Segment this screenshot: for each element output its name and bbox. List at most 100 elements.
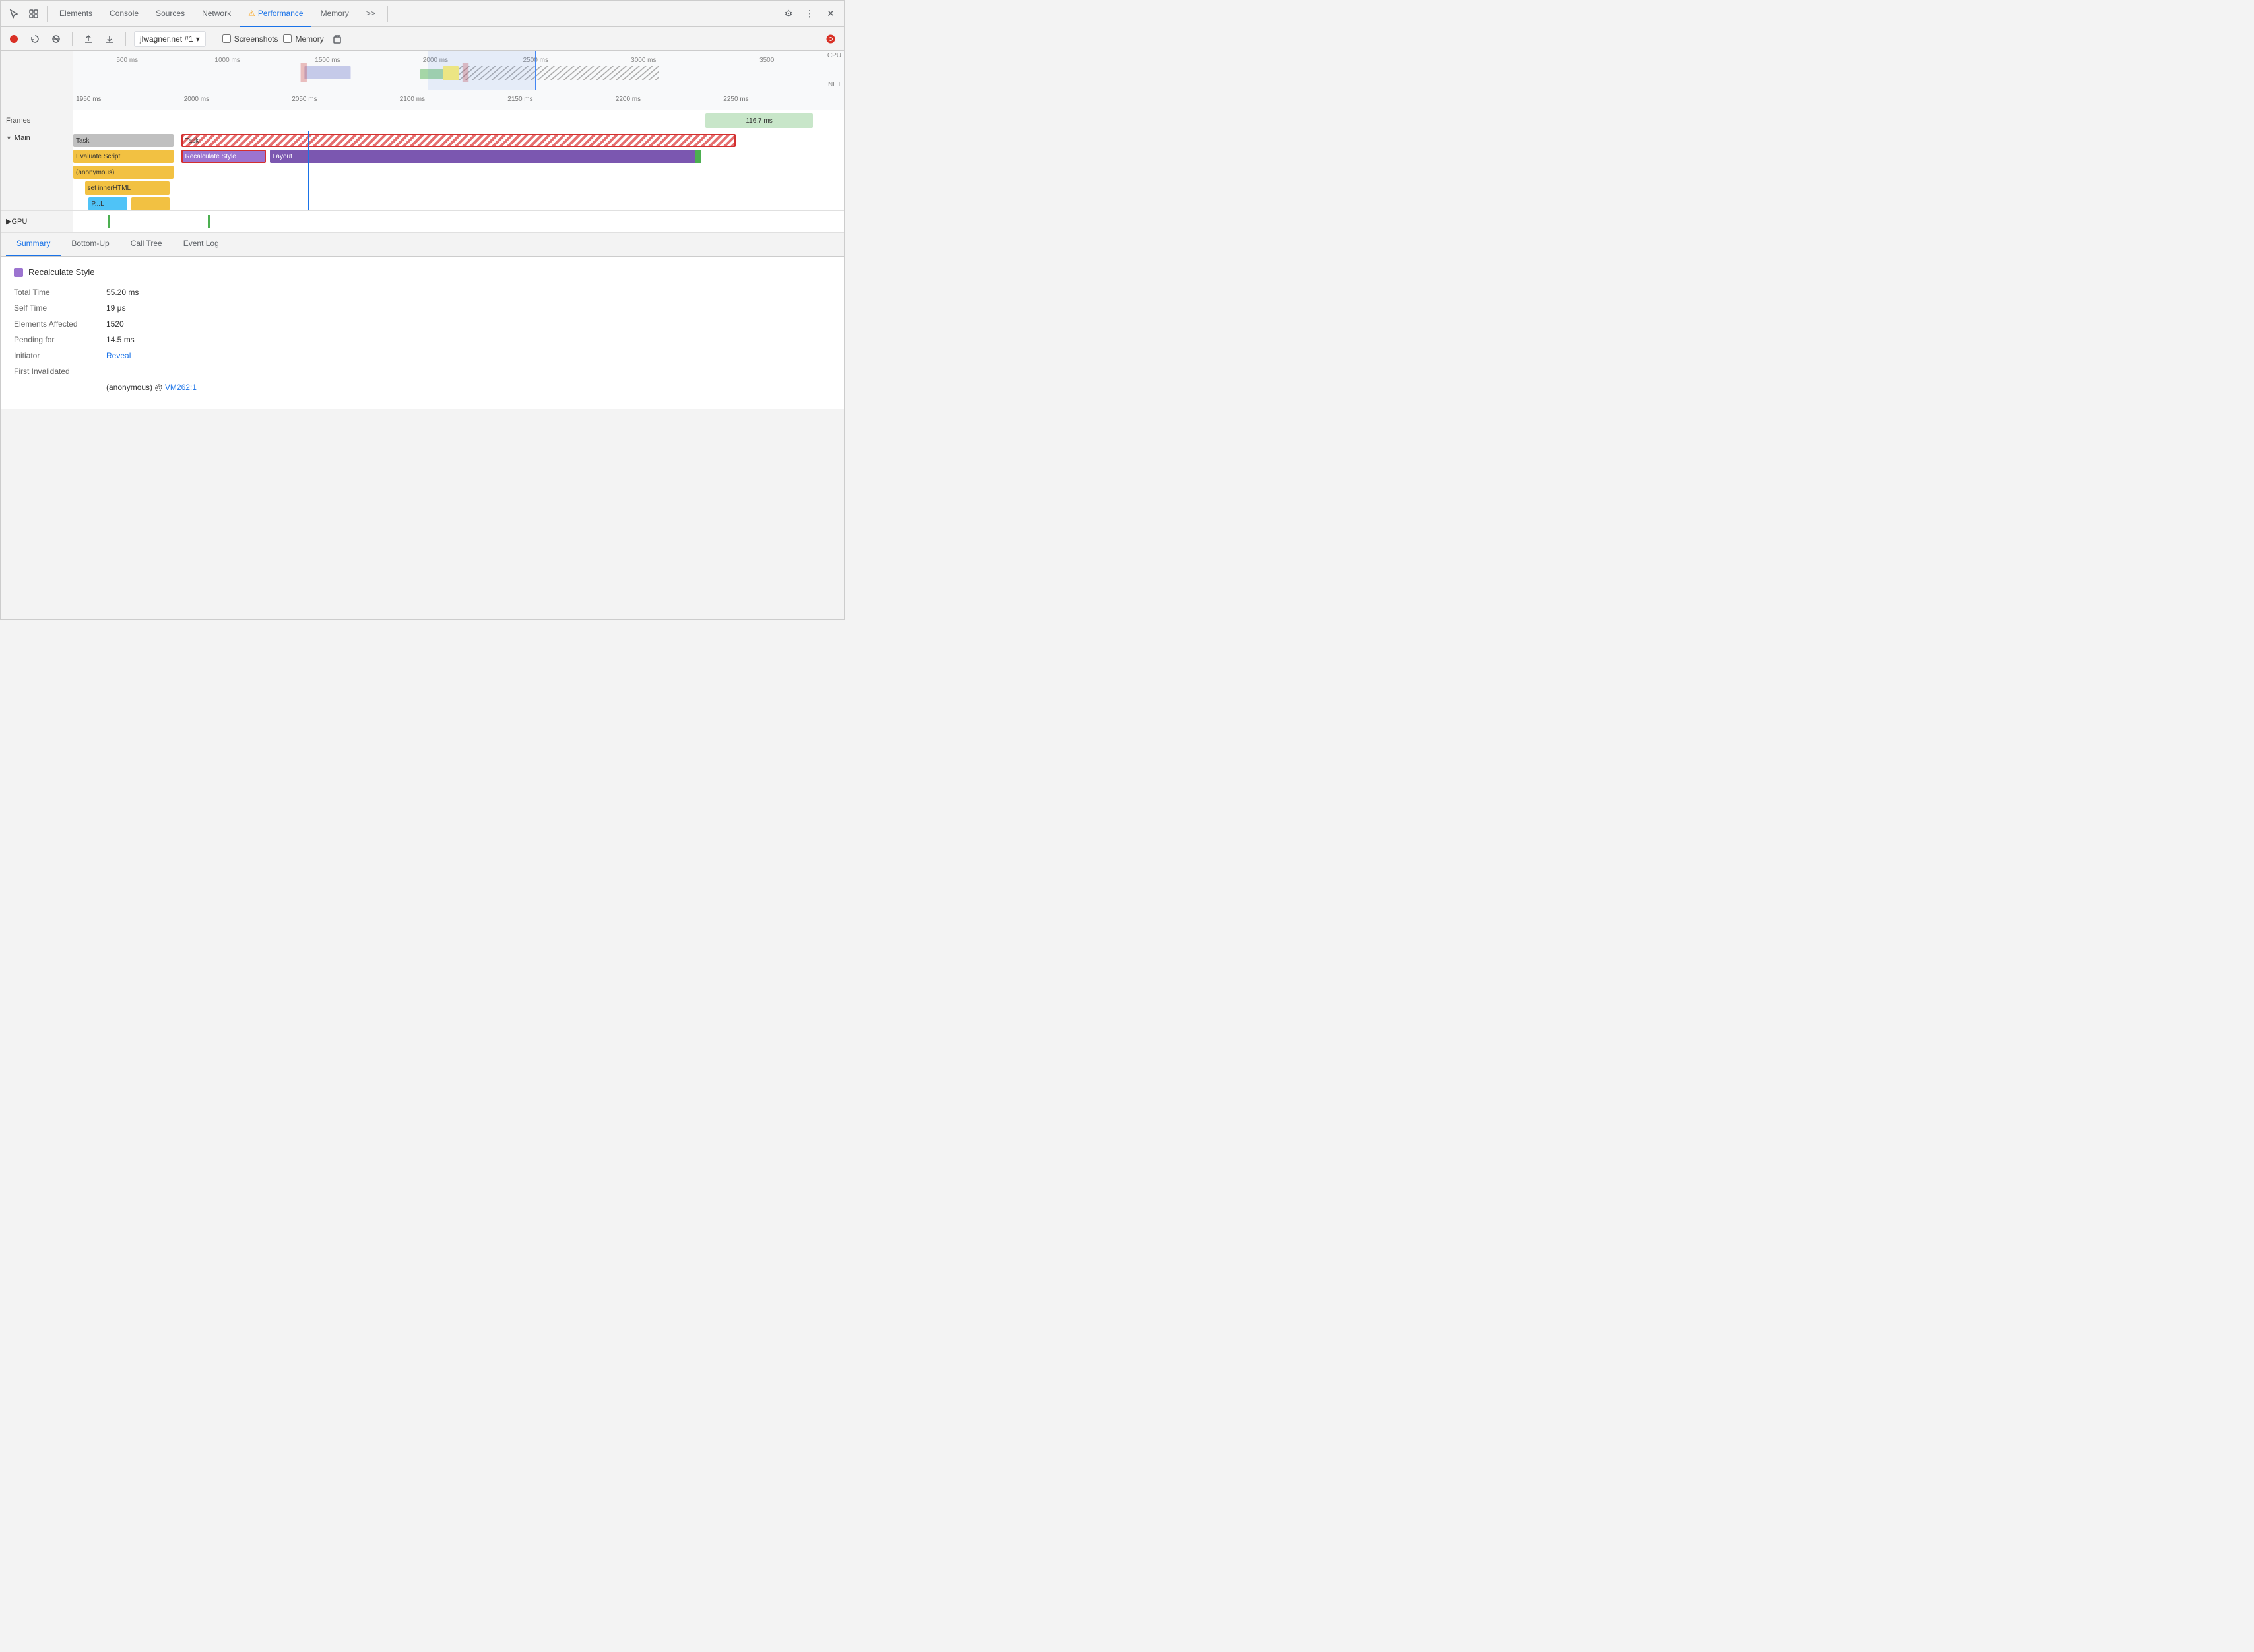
tick-2100: 2100 ms [400, 96, 425, 103]
initiator-value: Reveal [106, 351, 131, 360]
memory-checkbox-label[interactable]: Memory [283, 34, 323, 44]
task-evaluate-script[interactable]: Evaluate Script [73, 150, 174, 163]
ruler-ticks-area: 1950 ms 2000 ms 2050 ms 2100 ms 2150 ms … [73, 90, 844, 110]
cpu-label: CPU [827, 52, 841, 59]
nav-right-actions: ⚙ ⋮ ✕ [779, 5, 840, 23]
self-time-value: 19 μs [106, 303, 126, 313]
close-icon[interactable]: ✕ [821, 5, 840, 23]
gpu-bar-1 [108, 215, 110, 228]
gpu-bar-2 [208, 215, 210, 228]
tick-2050: 2050 ms [292, 96, 317, 103]
pending-label: Pending for [14, 335, 106, 344]
task-set-innerhtml[interactable]: set innerHTML [85, 181, 170, 195]
total-time-label: Total Time [14, 288, 106, 297]
ruler-gutter [1, 90, 73, 110]
domain-selector[interactable]: jlwagner.net #1 ▾ [134, 31, 206, 47]
record-button[interactable] [6, 31, 22, 47]
tick-2200: 2200 ms [616, 96, 641, 103]
tab-sources[interactable]: Sources [148, 1, 193, 27]
pending-value: 14.5 ms [106, 335, 135, 344]
settings-icon[interactable]: ⚙ [779, 5, 798, 23]
task-block-task-right[interactable]: Task [181, 134, 736, 147]
self-time-label: Self Time [14, 303, 106, 313]
initiator-label: Initiator [14, 351, 106, 360]
nav-separator-1 [47, 6, 48, 22]
gear-settings-icon[interactable] [823, 31, 839, 47]
reload-button[interactable] [27, 31, 43, 47]
toolbar-separator-2 [125, 32, 126, 46]
timeline-container: 500 ms 1000 ms 1500 ms 2000 ms 2500 ms 3… [1, 51, 844, 233]
summary-color-swatch [14, 268, 23, 277]
selection-line [308, 131, 309, 210]
summary-row-total-time: Total Time 55.20 ms [14, 288, 831, 297]
summary-row-initiator: Initiator Reveal [14, 351, 831, 360]
summary-title-row: Recalculate Style [14, 267, 831, 277]
total-time-value: 55.20 ms [106, 288, 139, 297]
summary-first-invalidated-code: (anonymous) @ VM262:1 [14, 383, 831, 392]
inspect-icon[interactable] [24, 5, 43, 23]
task-block-task-left[interactable]: Task [73, 134, 174, 147]
tab-performance[interactable]: ⚠ Performance [240, 1, 311, 27]
tick-2150: 2150 ms [507, 96, 532, 103]
reveal-link[interactable]: Reveal [106, 351, 131, 360]
toolbar-separator-1 [72, 32, 73, 46]
tick-1950: 1950 ms [76, 96, 101, 103]
vm-link[interactable]: VM262:1 [165, 383, 197, 392]
clear-button[interactable] [48, 31, 64, 47]
gpu-label[interactable]: ▶ GPU [1, 211, 73, 232]
tick-2000: 2000 ms [184, 96, 209, 103]
task-p-l[interactable]: P...L [88, 197, 127, 210]
frames-label: Frames [1, 110, 73, 131]
task-yellow-small[interactable] [131, 197, 170, 210]
cursor-icon[interactable] [5, 5, 23, 23]
summary-row-first-invalidated: First Invalidated [14, 367, 831, 376]
net-label: NET [828, 81, 841, 88]
delete-recording-button[interactable] [329, 31, 345, 47]
summary-title-text: Recalculate Style [28, 267, 94, 277]
first-invalidated-label: First Invalidated [14, 367, 106, 376]
overview-bar[interactable]: 500 ms 1000 ms 1500 ms 2000 ms 2500 ms 3… [1, 51, 844, 90]
summary-panel: Recalculate Style Total Time 55.20 ms Se… [1, 257, 844, 409]
tab-event-log[interactable]: Event Log [173, 232, 230, 256]
upload-button[interactable] [80, 31, 96, 47]
download-button[interactable] [102, 31, 117, 47]
tab-elements[interactable]: Elements [51, 1, 100, 27]
overview-left-gutter [1, 51, 73, 90]
more-menu-icon[interactable]: ⋮ [800, 5, 819, 23]
summary-row-pending: Pending for 14.5 ms [14, 335, 831, 344]
tick-2250: 2250 ms [723, 96, 748, 103]
tab-call-tree[interactable]: Call Tree [120, 232, 173, 256]
tab-memory[interactable]: Memory [313, 1, 357, 27]
frames-content[interactable]: 116.7 ms [73, 110, 844, 131]
gpu-expand-arrow: ▶ [6, 217, 11, 226]
main-track: ▼Main Task Task Evaluate Script Recalcul… [1, 131, 844, 211]
main-track-content[interactable]: Task Task Evaluate Script Recalculate St… [73, 131, 844, 210]
overview-content[interactable]: 500 ms 1000 ms 1500 ms 2000 ms 2500 ms 3… [73, 51, 844, 90]
devtools-nav-bar: Elements Console Sources Network ⚠ Perfo… [1, 1, 844, 27]
chevron-down-icon: ▾ [196, 34, 200, 44]
nav-separator-2 [387, 6, 388, 22]
frame-block[interactable]: 116.7 ms [705, 113, 814, 128]
main-track-label[interactable]: ▼Main [1, 131, 73, 210]
summary-row-elements: Elements Affected 1520 [14, 319, 831, 329]
warning-icon: ⚠ [248, 9, 255, 18]
memory-checkbox[interactable] [283, 34, 292, 43]
elements-value: 1520 [106, 319, 124, 329]
gpu-track: ▶ GPU [1, 211, 844, 232]
frames-row: Frames 116.7 ms [1, 110, 844, 131]
task-anonymous[interactable]: (anonymous) [73, 166, 174, 179]
tab-console[interactable]: Console [102, 1, 146, 27]
cpu-mini-chart [73, 63, 844, 82]
performance-toolbar: jlwagner.net #1 ▾ Screenshots Memory [1, 27, 844, 51]
screenshots-checkbox[interactable] [222, 34, 231, 43]
tab-bottom-up[interactable]: Bottom-Up [61, 232, 119, 256]
screenshots-checkbox-label[interactable]: Screenshots [222, 34, 278, 44]
gpu-content[interactable] [73, 211, 844, 232]
tab-network[interactable]: Network [194, 1, 239, 27]
elements-label: Elements Affected [14, 319, 106, 329]
tab-summary[interactable]: Summary [6, 232, 61, 256]
task-recalculate-style[interactable]: Recalculate Style [181, 150, 266, 163]
task-layout[interactable]: Layout [270, 150, 701, 163]
tab-more[interactable]: >> [358, 1, 383, 27]
main-expand-arrow: ▼ [6, 135, 12, 141]
